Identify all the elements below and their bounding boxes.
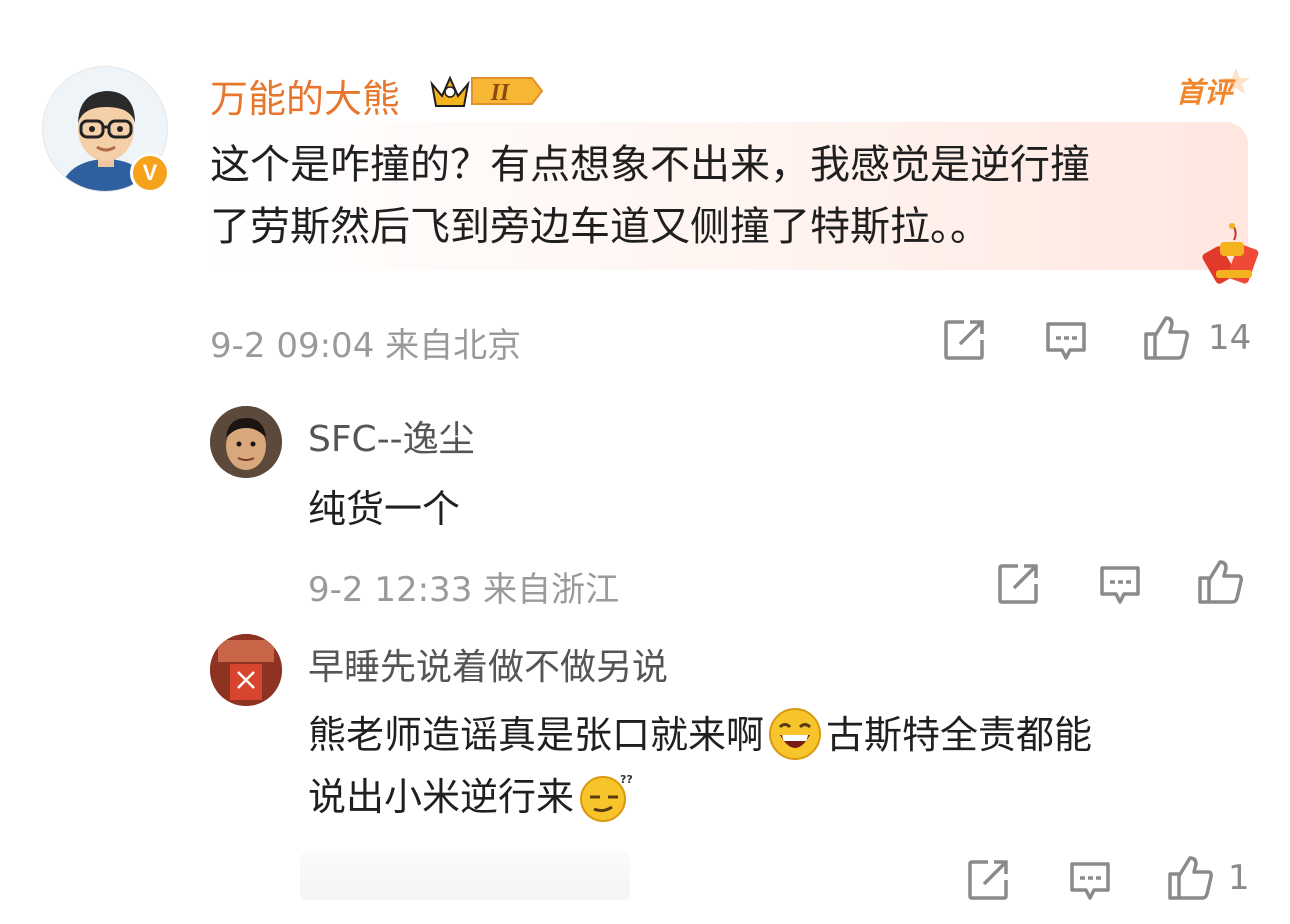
crown-icon: II xyxy=(430,75,544,107)
timestamp: 9-2 12:33 xyxy=(308,570,473,610)
location: 来自北京 xyxy=(385,326,522,366)
blurred-content-placeholder xyxy=(300,852,630,900)
boy-avatar-image xyxy=(210,406,282,478)
comment-icon[interactable] xyxy=(1044,320,1088,362)
reply-1-username[interactable]: SFC--逸尘 xyxy=(308,410,475,462)
like-icon[interactable] xyxy=(1166,854,1214,902)
main-comment-line-2: 了劳斯然后飞到旁边车道又侧撞了特斯拉。。 xyxy=(210,204,990,250)
main-comment-meta: 9-2 09:04 来自北京 xyxy=(210,318,521,367)
main-comment-username[interactable]: 万能的大熊 xyxy=(210,68,400,123)
level-badge-text: II xyxy=(490,80,511,106)
main-comment-line-1: 这个是咋撞的？有点想象不出来，我感觉是逆行撞 xyxy=(210,142,1090,188)
like-count: 14 xyxy=(1208,318,1252,358)
first-comment-tag: 首评 xyxy=(1176,68,1250,109)
reply-1-avatar[interactable] xyxy=(210,406,282,478)
main-comment-text: 这个是咋撞的？有点想象不出来，我感觉是逆行撞 了劳斯然后飞到旁边车道又侧撞了特斯… xyxy=(210,134,1090,258)
share-icon[interactable] xyxy=(942,318,986,362)
product-box-avatar-image xyxy=(210,634,282,706)
like-count: 1 xyxy=(1228,858,1250,898)
share-icon[interactable] xyxy=(966,858,1010,902)
comment-icon[interactable] xyxy=(1068,860,1112,902)
comment-icon[interactable] xyxy=(1098,564,1142,606)
timestamp: 9-2 09:04 xyxy=(210,326,375,366)
reply-2-text: 熊老师造谣真是张口就来啊 古斯特全责都能 说出小米逆行来 ??? xyxy=(308,704,1092,828)
laughing-emoji-icon xyxy=(769,707,822,760)
verified-v-badge-icon: V xyxy=(130,153,170,193)
share-icon[interactable] xyxy=(996,562,1040,606)
reply-1-text: 纯货一个 xyxy=(308,487,461,531)
reply-2-line-2: 说出小米逆行来 ??? xyxy=(308,766,1092,828)
like-icon[interactable] xyxy=(1142,314,1190,362)
reply-2-line-1: 熊老师造谣真是张口就来啊 古斯特全责都能 xyxy=(308,704,1092,766)
svg-text:???: ??? xyxy=(620,773,632,786)
location: 来自浙江 xyxy=(483,570,620,610)
confused-emoji-icon: ??? xyxy=(580,773,632,822)
reply-2-username[interactable]: 早睡先说着做不做另说 xyxy=(308,638,668,690)
like-icon[interactable] xyxy=(1196,558,1244,606)
firecracker-icon xyxy=(1202,223,1259,284)
reply-1-meta: 9-2 12:33 来自浙江 xyxy=(308,562,619,611)
svg-text:首评: 首评 xyxy=(1176,76,1236,109)
reply-2-avatar[interactable] xyxy=(210,634,282,706)
